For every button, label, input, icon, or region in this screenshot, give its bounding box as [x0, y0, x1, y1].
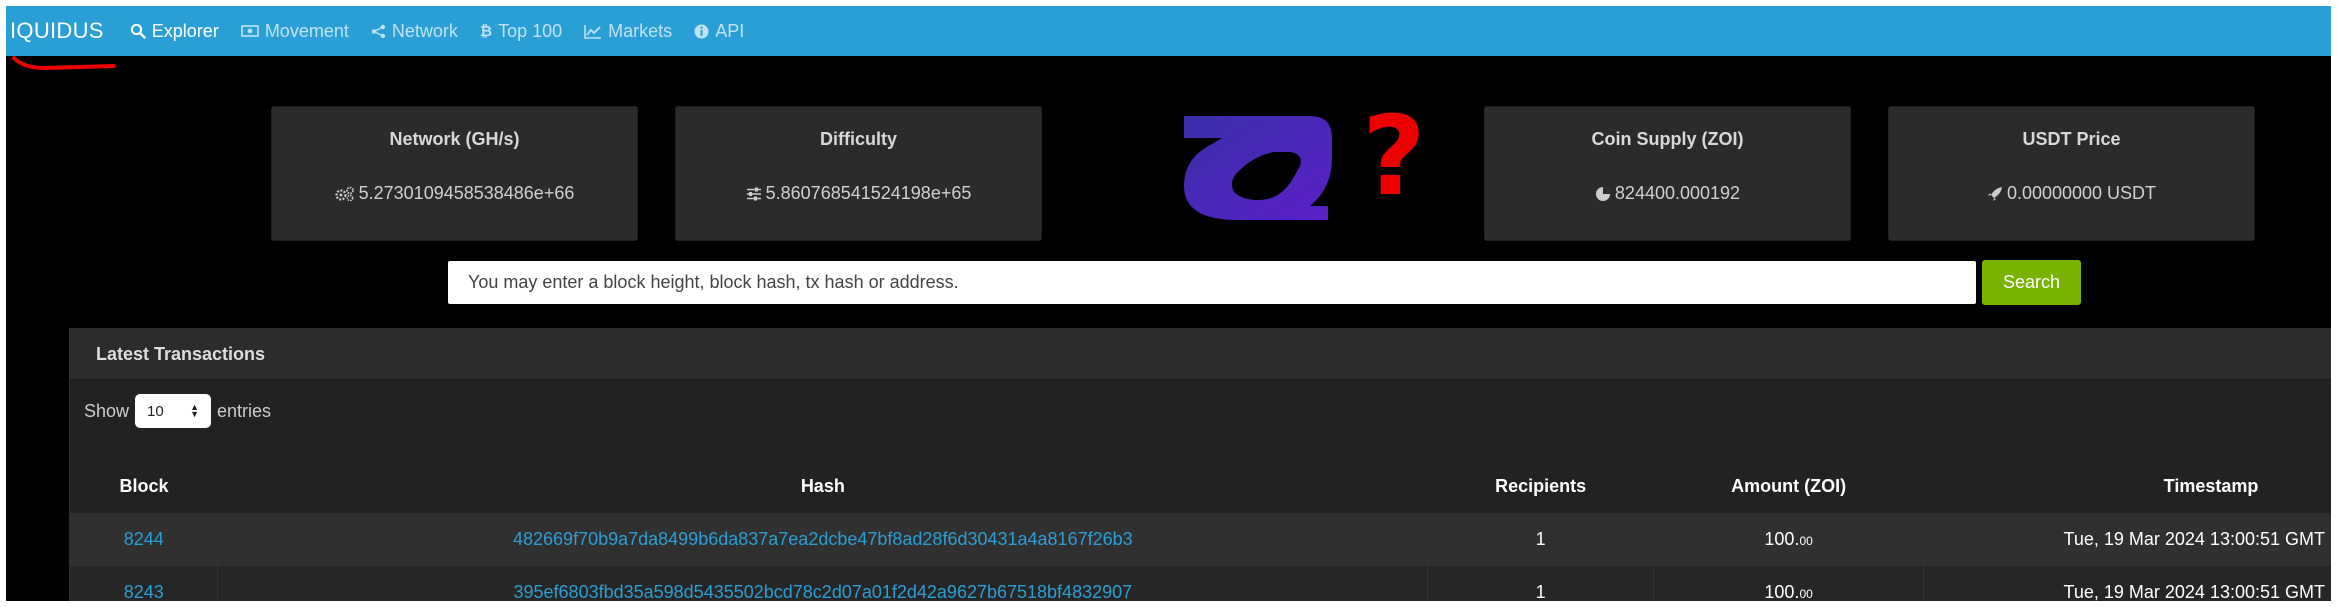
- tx-hash-link[interactable]: 395ef6803fbd35a598d5435502bcd78c2d07a01f…: [217, 566, 1429, 601]
- network-value: 5.2730109458538486e+66: [358, 183, 575, 203]
- top-navbar: IQUIDUS Explorer Movement Network ₿ Top …: [6, 6, 2331, 56]
- money-icon: [241, 24, 259, 38]
- coin-logo: [1184, 116, 1332, 220]
- table-header-row: Block Hash Recipients Amount (ZOI) Times…: [70, 459, 2331, 513]
- column-header-amount[interactable]: Amount (ZOI): [1654, 459, 1924, 513]
- amount-dec: 00: [1799, 534, 1813, 548]
- difficulty-value-row: 5.860768541524198e+65: [676, 183, 1041, 204]
- difficulty-title: Difficulty: [819, 129, 897, 149]
- nav-item-movement[interactable]: Movement: [241, 21, 349, 42]
- nav-item-api[interactable]: API: [694, 21, 744, 42]
- amount-int: 100.: [1764, 529, 1800, 549]
- column-header-recipients[interactable]: Recipients: [1428, 459, 1654, 513]
- block-link[interactable]: 8244: [70, 513, 219, 566]
- difficulty-value: 5.860768541524198e+65: [765, 183, 972, 203]
- nav-item-network[interactable]: Network: [371, 21, 458, 42]
- info-icon: [694, 24, 709, 39]
- app-frame: IQUIDUS Explorer Movement Network ₿ Top …: [6, 6, 2331, 601]
- amount-cell: 100.00: [1653, 513, 1925, 566]
- bitcoin-icon: ₿: [479, 22, 493, 40]
- search-icon: [130, 23, 146, 39]
- column-header-block[interactable]: Block: [70, 459, 218, 513]
- column-header-timestamp[interactable]: Timestamp: [1924, 459, 2331, 513]
- recipients-cell: 1: [1427, 513, 1655, 566]
- column-header-hash[interactable]: Hash: [218, 459, 1428, 513]
- brand-logo-text[interactable]: IQUIDUS: [6, 18, 104, 44]
- timestamp-cell: Tue, 19 Mar 2024 13:00:51 GMT: [1923, 513, 2331, 566]
- pie-chart-icon: [1595, 186, 1611, 202]
- table-row: 8244 482669f70b9a7da8499b6da837a7ea2dcbe…: [70, 513, 2331, 566]
- network-hashrate-card: Network (GH/s) 5.2730109458538486e+66: [271, 106, 638, 241]
- supply-value: 824400.000192: [1614, 183, 1741, 203]
- search-button[interactable]: Search: [1982, 260, 2081, 305]
- table-row: 8243 395ef6803fbd35a598d5435502bcd78c2d0…: [70, 566, 2331, 601]
- timestamp-cell: Tue, 19 Mar 2024 13:00:51 GMT: [1923, 566, 2331, 601]
- show-label: Show: [84, 400, 130, 421]
- nav-item-markets[interactable]: Markets: [584, 21, 672, 42]
- nav-label: Markets: [608, 20, 673, 41]
- nav-label: Top 100: [498, 20, 563, 41]
- nav-label: API: [715, 20, 745, 41]
- difficulty-card: Difficulty 5.860768541524198e+65: [675, 106, 1042, 241]
- amount-dec: 00: [1799, 587, 1813, 601]
- nav-label: Network: [391, 20, 458, 41]
- page-length-control: Show 10 ▲ ▼ entries: [84, 394, 271, 428]
- usdt-price-card: USDT Price 0.00000000 USDT: [1888, 106, 2255, 241]
- block-link[interactable]: 8243: [70, 566, 219, 601]
- entries-label: entries: [217, 400, 272, 421]
- amount-int: 100.: [1764, 582, 1800, 601]
- network-value-row: 5.2730109458538486e+66: [272, 183, 637, 204]
- recipients-cell: 1: [1427, 566, 1655, 601]
- amount-cell: 100.00: [1653, 566, 1925, 601]
- tx-hash-link[interactable]: 482669f70b9a7da8499b6da837a7ea2dcbe47bf8…: [217, 513, 1429, 566]
- nav-item-explorer[interactable]: Explorer: [130, 21, 219, 42]
- gears-icon: [335, 186, 355, 202]
- coin-supply-card: Coin Supply (ZOI) 824400.000192: [1484, 106, 1851, 241]
- latest-transactions-panel: Latest Transactions Show 10 ▲ ▼ entries B…: [69, 328, 2331, 601]
- panel-heading: Latest Transactions: [70, 329, 2331, 380]
- line-chart-icon: [584, 24, 602, 39]
- transactions-table: Block Hash Recipients Amount (ZOI) Times…: [70, 459, 2331, 601]
- page-length-select[interactable]: 10 ▲ ▼: [135, 394, 212, 428]
- search-input[interactable]: You may enter a block height, block hash…: [448, 261, 1976, 304]
- nav-label: Movement: [264, 20, 349, 41]
- price-title: USDT Price: [2022, 129, 2121, 149]
- price-value: 0.00000000 USDT: [2006, 183, 2157, 203]
- nav-item-top-100[interactable]: ₿ Top 100: [480, 21, 562, 42]
- price-value-row: 0.00000000 USDT: [1889, 183, 2254, 204]
- network-title: Network (GH/s): [389, 129, 520, 149]
- select-caret-icon: ▲ ▼: [190, 402, 200, 419]
- supply-value-row: 824400.000192: [1485, 183, 1850, 204]
- sliders-icon: [746, 187, 762, 201]
- nav-label: Explorer: [151, 20, 219, 41]
- rocket-icon: [1987, 186, 2003, 202]
- page-length-value: 10: [147, 402, 164, 420]
- supply-title: Coin Supply (ZOI): [1591, 129, 1744, 149]
- share-icon: [371, 24, 386, 39]
